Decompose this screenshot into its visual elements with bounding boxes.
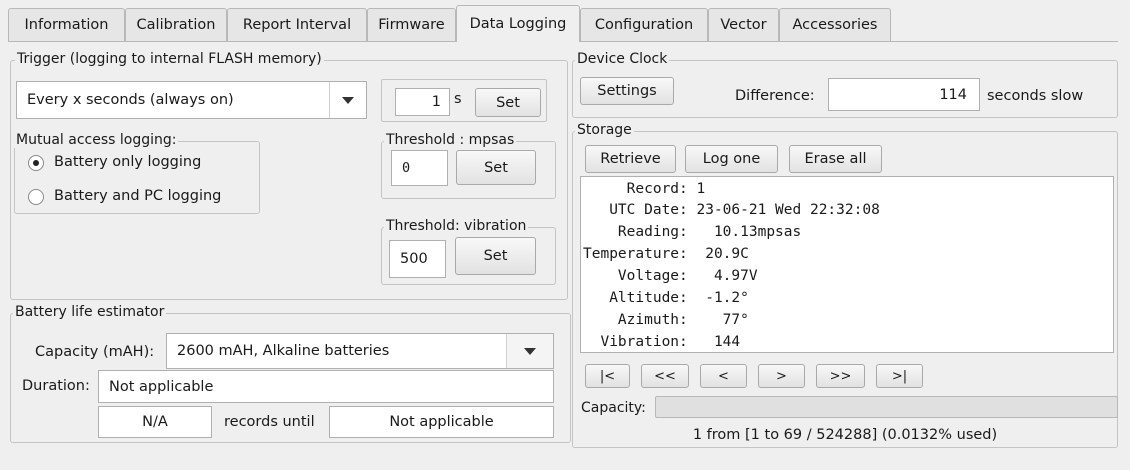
battery-and-pc-radio[interactable]	[28, 189, 44, 205]
trigger-mode-select[interactable]: Every x seconds (always on)	[16, 81, 367, 119]
record-line: Temperature: 20.9C	[583, 246, 749, 262]
difference-value: 114	[939, 86, 967, 103]
tab-vector[interactable]: Vector	[708, 8, 779, 41]
battery-estimator-title: Battery life estimator	[13, 304, 167, 320]
capacity-select-value: 2600 mAH, Alkaline batteries	[177, 343, 390, 359]
threshold-mpsas-set-button[interactable]: Set	[456, 150, 536, 185]
interval-set-button[interactable]: Set	[475, 88, 541, 117]
nav-prev-button[interactable]: <	[700, 364, 747, 388]
difference-label: Difference:	[735, 88, 815, 104]
record-line: Vibration: 144	[583, 334, 741, 350]
record-line: Reading: 10.13mpsas	[583, 224, 802, 240]
erase-all-button[interactable]: Erase all	[789, 145, 882, 173]
record-line: Voltage: 4.97V	[583, 268, 758, 284]
battery-only-label: Battery only logging	[54, 154, 202, 170]
chevron-down-icon	[524, 348, 536, 355]
interval-unit: s	[454, 91, 462, 107]
nav-prev-page-button[interactable]: <<	[641, 364, 689, 388]
mutual-access-title: Mutual access logging:	[14, 132, 179, 148]
records-value: N/A	[142, 414, 168, 430]
difference-field: 114	[828, 78, 980, 111]
nav-next-page-button[interactable]: >>	[816, 364, 865, 388]
until-value: Not applicable	[389, 414, 494, 430]
tab-accessories[interactable]: Accessories	[779, 8, 891, 41]
records-until-label: records until	[224, 414, 315, 430]
storage-status: 1 from [1 to 69 / 524288] (0.0132% used)	[692, 427, 998, 443]
records-field: N/A	[98, 406, 212, 438]
capacity-dropdown-button[interactable]	[506, 334, 553, 368]
record-line: Record: 1	[583, 181, 706, 197]
capacity-label: Capacity (mAH):	[35, 344, 155, 360]
duration-label: Duration:	[22, 378, 90, 394]
threshold-mpsas-value: 0	[402, 160, 411, 176]
device-clock-title: Device Clock	[575, 51, 670, 67]
difference-suffix: seconds slow	[987, 88, 1084, 104]
threshold-mpsas-title: Threshold : mpsas	[384, 132, 517, 148]
interval-value: 1	[431, 94, 441, 110]
duration-field: Not applicable	[98, 370, 554, 403]
threshold-vibration-title: Threshold: vibration	[384, 218, 529, 234]
nav-next-button[interactable]: >	[758, 364, 805, 388]
record-line: Azimuth: 77°	[583, 312, 749, 328]
log-one-button[interactable]: Log one	[685, 145, 778, 173]
storage-capacity-label: Capacity:	[581, 400, 646, 416]
trigger-group-title: Trigger (logging to internal FLASH memor…	[15, 51, 324, 67]
nav-last-button[interactable]: >|	[876, 364, 923, 388]
trigger-mode-value: Every x seconds (always on)	[27, 92, 234, 108]
trigger-mode-dropdown-button[interactable]	[329, 82, 366, 118]
duration-value: Not applicable	[109, 378, 214, 395]
battery-and-pc-label: Battery and PC logging	[54, 188, 222, 204]
storage-title: Storage	[575, 122, 634, 138]
tab-information[interactable]: Information	[8, 8, 125, 41]
retrieve-button[interactable]: Retrieve	[585, 145, 676, 173]
tab-calibration[interactable]: Calibration	[125, 8, 227, 41]
chevron-down-icon	[342, 97, 354, 104]
battery-only-radio[interactable]	[28, 155, 44, 171]
until-field: Not applicable	[329, 406, 554, 438]
record-viewer[interactable]: Record: 1 UTC Date: 23-06-21 Wed 22:32:0…	[580, 176, 1114, 353]
nav-first-button[interactable]: |<	[585, 364, 630, 388]
tab-data-logging[interactable]: Data Logging	[456, 5, 580, 42]
threshold-vibration-value: 500	[400, 251, 428, 267]
threshold-vibration-set-button[interactable]: Set	[455, 237, 536, 275]
threshold-vibration-input[interactable]: 500	[389, 240, 446, 278]
storage-capacity-bar	[655, 396, 1118, 418]
tab-firmware[interactable]: Firmware	[367, 8, 456, 41]
threshold-mpsas-input[interactable]: 0	[391, 150, 448, 186]
tab-report-interval[interactable]: Report Interval	[227, 8, 367, 41]
clock-settings-button[interactable]: Settings	[580, 77, 674, 105]
record-line: Altitude: -1.2°	[583, 290, 749, 306]
interval-input[interactable]: 1	[395, 88, 450, 116]
tab-configuration[interactable]: Configuration	[580, 8, 708, 41]
record-line: UTC Date: 23-06-21 Wed 22:32:08	[583, 202, 880, 218]
capacity-select[interactable]: 2600 mAH, Alkaline batteries	[166, 333, 554, 369]
